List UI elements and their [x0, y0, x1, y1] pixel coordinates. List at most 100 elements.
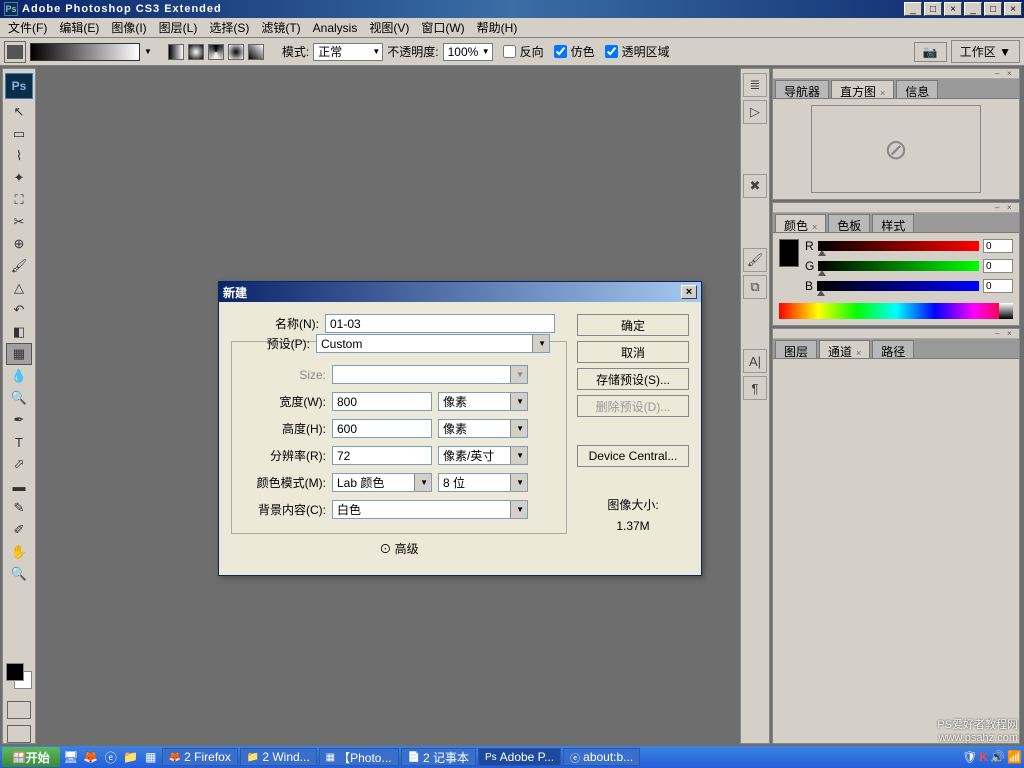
menu-window[interactable]: 窗口(W) [415, 17, 470, 38]
menu-filter[interactable]: 滤镜(T) [255, 17, 306, 38]
angle-gradient-icon[interactable] [208, 44, 224, 60]
minimize-button[interactable]: _ [904, 2, 922, 16]
blur-tool[interactable]: 💧 [6, 365, 32, 387]
menu-edit[interactable]: 编辑(E) [53, 17, 105, 38]
tab-navigator[interactable]: 导航器 [775, 80, 829, 98]
eyedropper-tool[interactable]: ✐ [6, 519, 32, 541]
quickmask-toggle[interactable] [7, 701, 31, 719]
ql-ie-icon[interactable]: ⓔ [102, 748, 120, 766]
color-spectrum[interactable] [779, 303, 1013, 319]
panel-minimize-icon[interactable]: – [995, 69, 1005, 77]
menu-file[interactable]: 文件(F) [2, 17, 53, 38]
dock-paragraph-icon[interactable]: ¶ [743, 376, 767, 400]
tab-layers[interactable]: 图层 [775, 340, 817, 358]
r-slider[interactable] [818, 241, 979, 251]
panel-close-icon[interactable]: × [1007, 329, 1017, 337]
screenmode-toggle[interactable] [7, 725, 31, 743]
save-preset-button[interactable]: 存储预设(S)... [577, 368, 689, 390]
blend-mode-select[interactable]: 正常 [313, 43, 383, 61]
slice-tool[interactable]: ✂ [6, 211, 32, 233]
wand-tool[interactable]: ✦ [6, 167, 32, 189]
notes-tool[interactable]: ✎ [6, 497, 32, 519]
bridge-button[interactable]: 📷 [914, 42, 947, 62]
crop-tool[interactable]: ⛶ [6, 189, 32, 211]
doc-minimize-button[interactable]: _ [964, 2, 982, 16]
radial-gradient-icon[interactable] [188, 44, 204, 60]
panel-close-icon[interactable]: × [1007, 69, 1017, 77]
tab-info[interactable]: 信息 [896, 80, 938, 98]
ps-logo[interactable]: Ps [5, 73, 33, 99]
device-central-button[interactable]: Device Central... [577, 445, 689, 467]
dialog-close-button[interactable]: × [681, 285, 697, 299]
menu-view[interactable]: 视图(V) [363, 17, 415, 38]
tab-styles[interactable]: 样式 [872, 214, 914, 232]
dock-brushes-icon[interactable]: 🖌 [743, 248, 767, 272]
eraser-tool[interactable]: ◧ [6, 321, 32, 343]
g-slider[interactable] [818, 261, 979, 271]
ql-app-icon[interactable]: ▦ [142, 748, 160, 766]
type-tool[interactable]: T [6, 431, 32, 453]
zoom-tool[interactable]: 🔍 [6, 563, 32, 585]
brush-tool[interactable]: 🖌 [6, 255, 32, 277]
panel-minimize-icon[interactable]: – [995, 203, 1005, 211]
workspace-menu[interactable]: 工作区 ▼ [951, 40, 1020, 63]
tab-channels[interactable]: 通道× [819, 340, 870, 358]
opacity-select[interactable]: 100% [443, 43, 493, 61]
tool-preset-picker[interactable] [4, 41, 26, 63]
advanced-toggle[interactable]: 高级 [231, 534, 567, 563]
resolution-unit-select[interactable]: 像素/英寸 [438, 446, 528, 465]
dock-character-icon[interactable]: A| [743, 349, 767, 373]
start-button[interactable]: 🪟 开始 [2, 747, 60, 767]
tab-color[interactable]: 颜色× [775, 214, 826, 232]
diamond-gradient-icon[interactable] [248, 44, 264, 60]
pen-tool[interactable]: ✒ [6, 409, 32, 431]
g-value[interactable] [983, 259, 1013, 273]
r-value[interactable] [983, 239, 1013, 253]
menu-help[interactable]: 帮助(H) [471, 17, 524, 38]
task-photoshop-doc[interactable]: ▦【Photo... [319, 748, 399, 766]
ok-button[interactable]: 确定 [577, 314, 689, 336]
dock-tool-presets-icon[interactable]: ✖ [743, 174, 767, 198]
task-about[interactable]: ⓔabout:b... [563, 748, 640, 766]
reverse-checkbox[interactable] [503, 45, 516, 58]
bgcontent-select[interactable]: 白色 [332, 500, 528, 519]
move-tool[interactable]: ↖ [6, 101, 32, 123]
menu-analysis[interactable]: Analysis [307, 19, 364, 37]
menu-select[interactable]: 选择(S) [203, 17, 255, 38]
system-tray[interactable]: 🛡 K 🔊 📶 [962, 750, 1022, 764]
reflected-gradient-icon[interactable] [228, 44, 244, 60]
lasso-tool[interactable]: ⌇ [6, 145, 32, 167]
tray-volume-icon[interactable]: 🔊 [990, 750, 1005, 764]
width-unit-select[interactable]: 像素 [438, 392, 528, 411]
marquee-tool[interactable]: ▭ [6, 123, 32, 145]
task-firefox[interactable]: 🦊2 Firefox [162, 748, 238, 766]
tray-shield-icon[interactable]: 🛡 [962, 750, 977, 764]
maximize-button[interactable]: □ [924, 2, 942, 16]
cancel-button[interactable]: 取消 [577, 341, 689, 363]
colormode-select[interactable]: Lab 颜色 [332, 473, 432, 492]
height-unit-select[interactable]: 像素 [438, 419, 528, 438]
stamp-tool[interactable]: △ [6, 277, 32, 299]
dialog-titlebar[interactable]: 新建 × [219, 282, 701, 302]
history-brush-tool[interactable]: ↶ [6, 299, 32, 321]
task-explorer[interactable]: 📁2 Wind... [240, 748, 317, 766]
colorbits-select[interactable]: 8 位 [438, 473, 528, 492]
transparency-checkbox[interactable] [605, 45, 618, 58]
ql-firefox-icon[interactable]: 🦊 [82, 748, 100, 766]
doc-maximize-button[interactable]: □ [984, 2, 1002, 16]
width-input[interactable] [332, 392, 432, 411]
tab-histogram[interactable]: 直方图× [831, 80, 894, 98]
b-value[interactable] [983, 279, 1013, 293]
color-swatches[interactable] [6, 657, 32, 695]
preset-select[interactable]: Custom [316, 334, 550, 353]
dodge-tool[interactable]: 🔍 [6, 387, 32, 409]
dock-history-icon[interactable]: ≣ [743, 73, 767, 97]
ql-desktop-icon[interactable]: 🖥 [62, 748, 80, 766]
foreground-color-swatch[interactable] [779, 239, 799, 267]
menu-layer[interactable]: 图层(L) [153, 17, 204, 38]
tray-k-icon[interactable]: K [979, 750, 988, 764]
tray-network-icon[interactable]: 📶 [1007, 750, 1022, 764]
dock-clone-icon[interactable]: ⧉ [743, 275, 767, 299]
b-slider[interactable] [817, 281, 979, 291]
gradient-preview[interactable] [30, 43, 140, 61]
